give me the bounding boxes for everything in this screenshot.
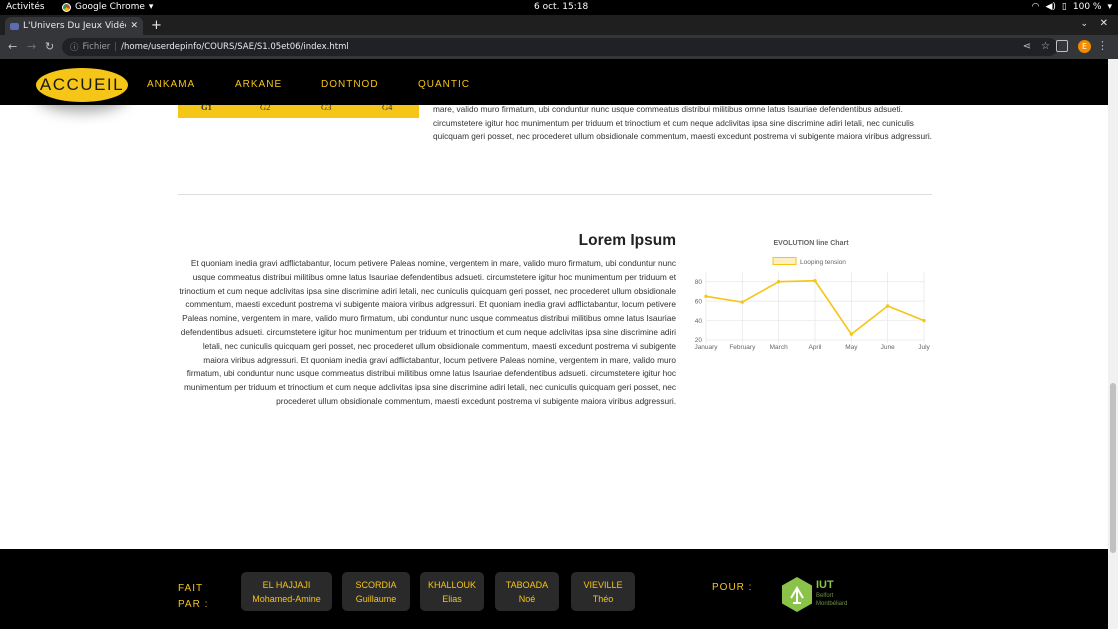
tab-search-icon[interactable]: ⌄ xyxy=(1080,19,1088,29)
browser-toolbar: ← → ↻ ⓘ Fichier | /home/userdepinfo/COUR… xyxy=(0,35,1118,59)
author-first-name: Elias xyxy=(442,594,462,604)
table-header-cell: G2 xyxy=(260,102,271,112)
iut-city1: Belfort xyxy=(816,593,834,599)
section-divider xyxy=(178,194,932,195)
author-card: KHALLOUK Elias xyxy=(420,572,484,611)
table-header-cell: G3 xyxy=(321,102,332,112)
author-card: TABOADA Noé xyxy=(495,572,559,611)
home-button[interactable]: ACCUEIL xyxy=(36,68,128,102)
system-menu-icon: ▾ xyxy=(1107,2,1112,12)
legend-label[interactable]: Looping tension xyxy=(800,259,846,266)
section-title: Lorem Ipsum xyxy=(578,232,676,249)
data-point xyxy=(922,318,926,323)
evolution-line-chart: EVOLUTION line Chart Looping tension 204… xyxy=(694,240,930,351)
made-by-line2: PAR : xyxy=(178,599,209,610)
share-icon[interactable]: ⋖ xyxy=(1023,41,1031,52)
author-first-name: Noé xyxy=(518,594,536,604)
data-point xyxy=(849,332,854,336)
author-last-name: TABOADA xyxy=(505,580,549,590)
address-bar[interactable]: ⓘ Fichier | /home/userdepinfo/COURS/SAE/… xyxy=(62,38,1058,56)
made-by-line1: FAIT xyxy=(178,583,204,594)
data-point xyxy=(704,294,708,298)
side-panel-icon[interactable] xyxy=(1056,40,1068,52)
clock[interactable]: 6 oct. 15:18 xyxy=(534,2,588,12)
browser-tab-strip: L'Univers Du Jeux Vidéo F ✕ + ⌄ ✕ xyxy=(0,15,1118,35)
browser-tab[interactable]: L'Univers Du Jeux Vidéo F ✕ xyxy=(5,17,143,35)
file-label: Fichier xyxy=(82,42,111,52)
made-by-label: FAIT PAR : xyxy=(178,581,208,613)
x-tick-label: May xyxy=(845,344,858,351)
new-tab-button[interactable]: + xyxy=(151,18,162,33)
x-tick-label: July xyxy=(918,344,930,351)
author-card: SCORDIA Guillaume xyxy=(342,572,410,611)
close-tab-icon[interactable]: ✕ xyxy=(130,21,138,31)
nav-link-quantic[interactable]: QUANTIC xyxy=(418,79,470,90)
activities-button[interactable]: Activités xyxy=(6,2,45,12)
forward-icon[interactable]: → xyxy=(27,40,36,53)
favicon-icon xyxy=(10,22,19,30)
tab-title: L'Univers Du Jeux Vidéo F xyxy=(23,21,126,31)
data-point xyxy=(885,304,890,308)
url-text: /home/userdepinfo/COURS/SAE/S1.05et06/in… xyxy=(121,42,349,52)
reload-icon[interactable]: ↻ xyxy=(45,40,54,53)
table-header-cell: G1 xyxy=(201,102,212,112)
x-tick-label: April xyxy=(808,344,822,351)
kebab-menu-icon[interactable]: ⋮ xyxy=(1097,39,1108,52)
data-point xyxy=(776,280,781,284)
bookmark-star-icon[interactable]: ☆ xyxy=(1041,41,1050,52)
profile-avatar[interactable]: E xyxy=(1078,40,1091,53)
window-close-icon[interactable]: ✕ xyxy=(1100,18,1108,29)
author-last-name: SCORDIA xyxy=(355,580,397,590)
info-icon[interactable]: ⓘ xyxy=(70,41,79,53)
data-point xyxy=(813,279,817,283)
x-tick-label: June xyxy=(881,344,895,351)
iut-name: IUT xyxy=(816,579,834,591)
scrollbar-thumb[interactable] xyxy=(1110,383,1116,553)
battery-icon: ▯ xyxy=(1061,2,1067,12)
nav-link-ankama[interactable]: ANKAMA xyxy=(147,79,195,90)
x-tick-label: March xyxy=(770,344,788,351)
chart-title: EVOLUTION line Chart xyxy=(773,240,849,247)
back-icon[interactable]: ← xyxy=(8,40,17,53)
app-name: Google Chrome xyxy=(75,2,145,12)
chrome-icon xyxy=(62,2,71,12)
chevron-down-icon: ▾ xyxy=(148,2,154,12)
url-separator: | xyxy=(114,42,118,52)
author-card: EL HAJJAJI Mohamed-Amine xyxy=(241,572,332,611)
top-paragraph: mare, valido muro firmatum, ubi conduntu… xyxy=(433,104,932,142)
app-menu[interactable]: Google Chrome ▾ xyxy=(62,2,153,12)
section-paragraph: Et quoniam inedia gravi adflictabantur, … xyxy=(179,258,676,406)
nav-link-arkane[interactable]: ARKANE xyxy=(235,79,282,90)
data-point xyxy=(740,300,745,304)
battery-level: 100 % xyxy=(1072,2,1102,12)
author-first-name: Guillaume xyxy=(355,594,397,604)
volume-icon: ◀) xyxy=(1045,2,1056,12)
system-tray[interactable]: ◠ ◀) ▯ 100 % ▾ xyxy=(1032,2,1112,12)
y-tick-label: 40 xyxy=(695,318,703,325)
wifi-icon: ◠ xyxy=(1031,2,1040,12)
games-table-header: G1 G2 G3 G4 xyxy=(178,102,419,118)
x-tick-label: January xyxy=(694,344,718,351)
table-header-cell: G4 xyxy=(382,102,393,112)
page-scrollbar[interactable] xyxy=(1108,59,1118,629)
author-last-name: VIEVILLE xyxy=(583,580,623,590)
y-tick-label: 60 xyxy=(695,298,703,305)
author-last-name: EL HAJJAJI xyxy=(262,580,311,590)
os-top-bar: Activités Google Chrome ▾ 6 oct. 15:18 ◠… xyxy=(0,0,1118,15)
author-first-name: Théo xyxy=(592,594,614,604)
author-last-name: KHALLOUK xyxy=(427,580,477,590)
y-tick-label: 80 xyxy=(695,279,703,286)
iut-logo[interactable]: IUT Belfort Montbéliard xyxy=(782,576,862,614)
x-tick-label: February xyxy=(729,344,756,351)
for-label: POUR : xyxy=(712,582,753,593)
iut-city2: Montbéliard xyxy=(816,601,847,607)
author-first-name: Mohamed-Amine xyxy=(252,594,321,604)
legend-swatch[interactable] xyxy=(772,257,797,265)
author-card: VIEVILLE Théo xyxy=(571,572,635,611)
nav-link-dontnod[interactable]: DONTNOD xyxy=(321,79,379,90)
